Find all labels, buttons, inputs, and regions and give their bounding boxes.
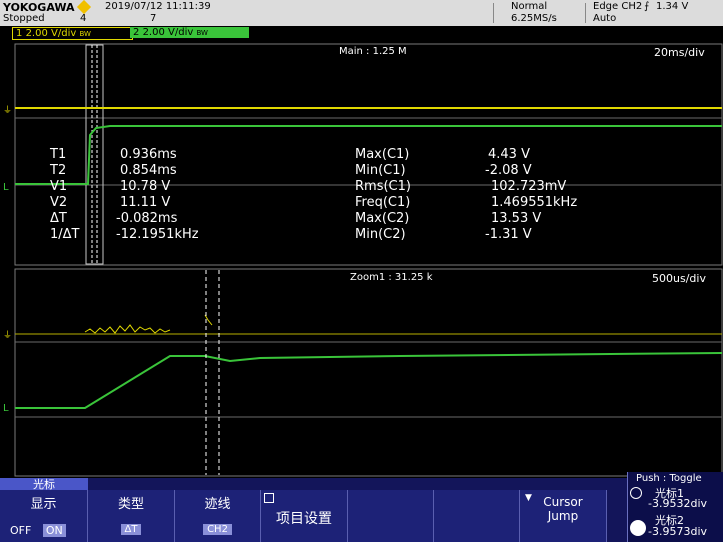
- type-value: ΔT: [120, 524, 142, 535]
- dropdown-icon: ▼: [525, 493, 532, 503]
- trigger-source: Edge CH2: [593, 1, 643, 12]
- status-bar: YOKOGAWA Stopped 4 2019/07/12 11:11:39 7…: [0, 0, 723, 26]
- cursor-measurements: T1 0.936ms T2 0.854ms V1 10.78 V V2 11.11 V …: [50, 147, 199, 243]
- cursor-jump-softkey[interactable]: ▼ Cursor Jump: [520, 490, 607, 542]
- measurement-row: T1 0.936ms: [50, 147, 177, 162]
- type-softkey[interactable]: 类型 ΔT: [88, 490, 175, 542]
- ch2-num: 2: [133, 27, 140, 38]
- ch2-trace-zoom: [15, 352, 723, 409]
- zoom-window-label: Zoom1 : 31.25 k: [350, 272, 433, 283]
- items-softkey[interactable]: 项目设置: [261, 490, 348, 542]
- acq-count: 7: [150, 13, 157, 24]
- display-title: 显示: [30, 497, 57, 512]
- trace-title: 迹线: [204, 497, 231, 512]
- run-state: Stopped: [3, 13, 45, 24]
- ch1-scale-value: 2.00 V/div: [25, 28, 77, 39]
- zoom-timebase: 500us/div: [652, 272, 706, 285]
- brand-diamond-icon: [76, 0, 92, 15]
- knob-active-icon[interactable]: [630, 520, 646, 536]
- measurement-row: ΔT -0.082ms: [50, 211, 178, 226]
- ch1-ground-marker-zoom: ⏚: [3, 330, 12, 341]
- ch2-scale-value: 2.00 V/div: [142, 27, 194, 38]
- measurement-row: Max(C2) 13.53 V: [355, 211, 542, 226]
- items-title: 项目设置: [276, 511, 332, 527]
- push-toggle-label: Push : Toggle: [636, 473, 702, 484]
- cursor-jump-line2: Jump: [547, 509, 579, 523]
- measurement-row: Rms(C1) 102.723mV: [355, 179, 567, 194]
- waveform-display[interactable]: ⏚ L ⏚ L: [0, 40, 723, 477]
- ch1-bw: BW: [79, 30, 91, 38]
- measurement-row: Min(C2) -1.31 V: [355, 227, 532, 242]
- type-title: 类型: [117, 497, 144, 512]
- knob-icon: [630, 487, 642, 499]
- blank-softkey-2[interactable]: [434, 490, 520, 542]
- measurement-row: V2 11.11 V: [50, 195, 171, 210]
- blank-softkey[interactable]: [348, 490, 434, 542]
- main-window-label: Main : 1.25 M: [339, 46, 407, 57]
- waveform-measurements: Max(C1) 4.43 V Min(C1) -2.08 V Rms(C1) 102.…: [355, 147, 577, 243]
- measurement-row: Max(C1) 4.43 V: [355, 147, 530, 162]
- display-off[interactable]: OFF: [10, 524, 31, 537]
- measurement-row: T2 0.854ms: [50, 163, 177, 178]
- submenu-icon: [264, 493, 274, 503]
- ch1-scale[interactable]: 1 2.00 V/div BW: [12, 27, 133, 40]
- ch1-num: 1: [16, 28, 23, 39]
- ch1-noise-zoom: [84, 324, 171, 334]
- trigger-level: 1.34 V: [656, 1, 689, 12]
- cursor-position-panel: Push : Toggle 光标1 -3.9532div 光标2 -3.9573…: [627, 472, 723, 542]
- measurement-row: Freq(C1) 1.469551kHz: [355, 195, 578, 210]
- ch2-bw: BW: [196, 29, 208, 37]
- ch2-scale[interactable]: 2 2.00 V/div BW: [130, 27, 249, 38]
- measurement-row: 1/ΔT -12.1951kHz: [50, 227, 199, 242]
- main-timebase: 20ms/div: [654, 46, 705, 59]
- display-on[interactable]: ON: [42, 524, 66, 537]
- zoom-window-frame: [14, 268, 723, 477]
- cursor1-value: -3.9532div: [648, 497, 708, 510]
- acq-mode: Normal: [511, 1, 548, 12]
- divider: [493, 3, 494, 23]
- trigger-mode: Auto: [593, 13, 617, 24]
- cursor2-value: -3.9573div: [648, 525, 708, 538]
- display-softkey[interactable]: 显示 OFF ON: [0, 490, 88, 542]
- datetime: 2019/07/12 11:11:39: [105, 1, 211, 12]
- divider: [585, 3, 586, 23]
- trace-value: CH2: [203, 524, 232, 535]
- trace-softkey[interactable]: 迹线 CH2: [175, 490, 261, 542]
- ch2-level-marker-zoom: L: [3, 403, 9, 414]
- ch1-ground-marker: ⏚: [3, 105, 12, 116]
- cursor-jump-line1: Cursor: [543, 495, 583, 509]
- ch2-level-marker: L: [3, 182, 9, 193]
- measurement-row: V1 10.78 V: [50, 179, 171, 194]
- digit-indicator: 4: [80, 13, 87, 24]
- measurement-row: Min(C1) -2.08 V: [355, 163, 532, 178]
- sample-rate: 6.25MS/s: [511, 13, 557, 24]
- trigger-edge-icon: ⨍: [644, 1, 650, 12]
